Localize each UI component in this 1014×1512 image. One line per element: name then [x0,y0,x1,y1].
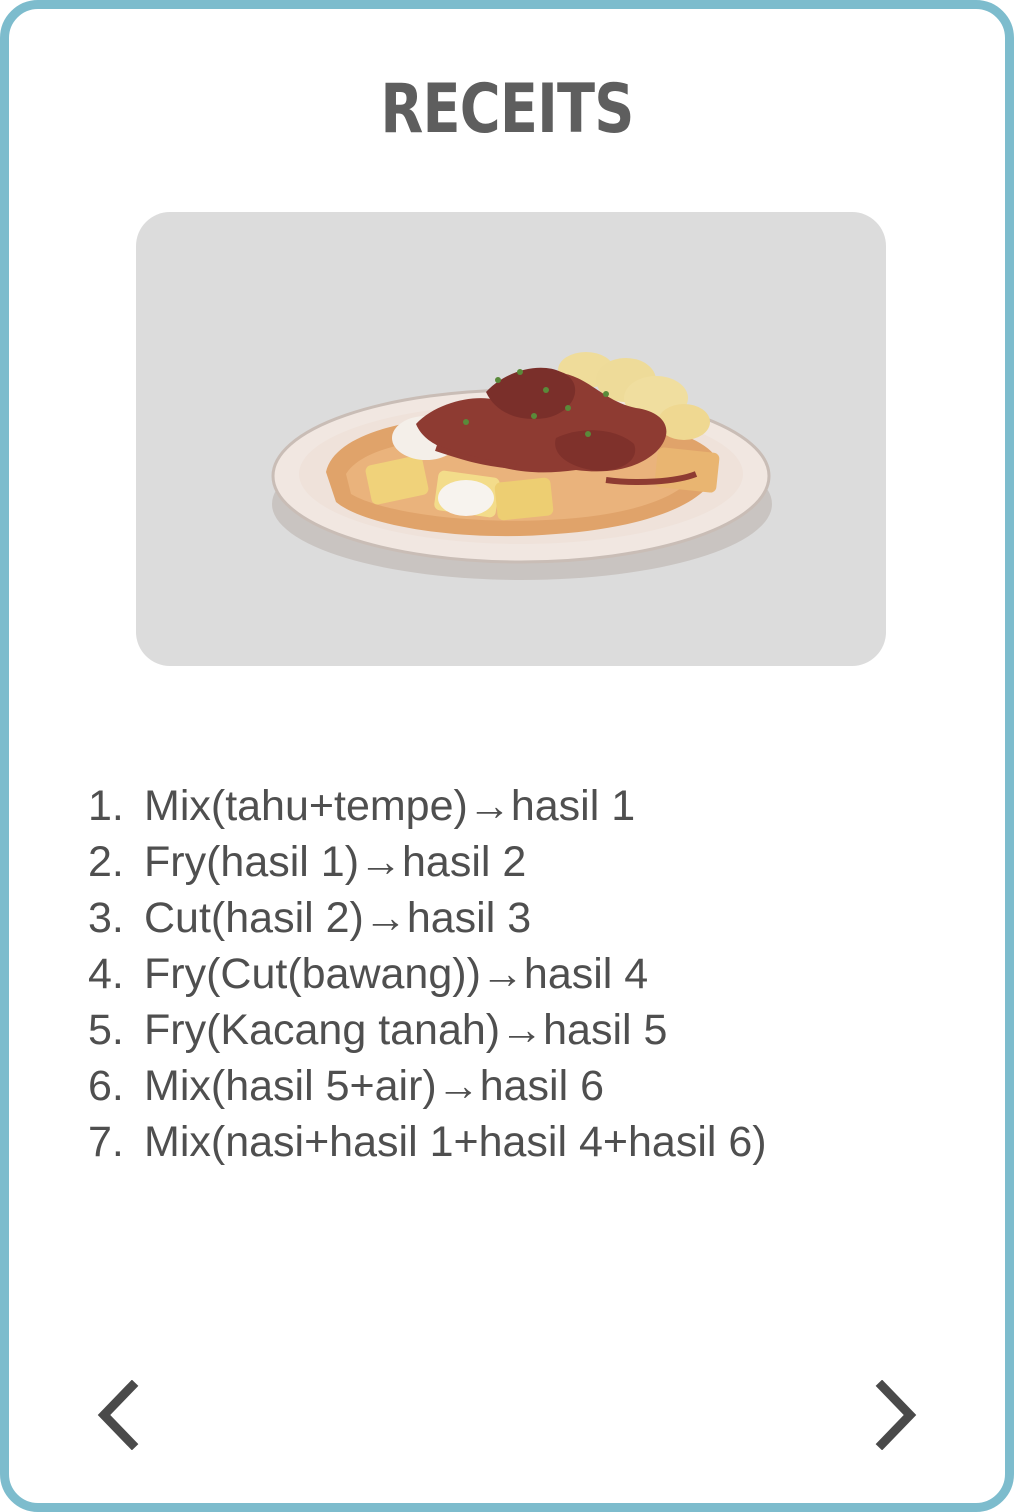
list-item: 6. Mix(hasil 5+air)→hasil 6 [88,1058,767,1114]
list-item: 1. Mix(tahu+tempe)→hasil 1 [88,778,767,834]
step-text: Mix(nasi+hasil 1+hasil 4+hasil 6) [144,1118,767,1166]
step-number: 3. [88,894,124,942]
step-number: 6. [88,1062,124,1110]
step-text: Fry(Kacang tanah)→hasil 5 [144,1006,668,1054]
step-text: Fry(hasil 1)→hasil 2 [144,838,527,886]
list-item: 7. Mix(nasi+hasil 1+hasil 4+hasil 6) [88,1114,767,1170]
list-item: 2. Fry(hasil 1)→hasil 2 [88,834,767,890]
chevron-left-icon [97,1379,139,1451]
step-number: 1. [88,782,124,830]
list-item: 4. Fry(Cut(bawang))→hasil 4 [88,946,767,1002]
recipe-steps-list: 1. Mix(tahu+tempe)→hasil 1 2. Fry(hasil 1)… [88,778,767,1170]
list-item: 3. Cut(hasil 2)→hasil 3 [88,890,767,946]
step-text: Cut(hasil 2)→hasil 3 [144,894,532,942]
step-number: 2. [88,838,124,886]
chevron-right-icon [875,1379,917,1451]
dish-image-panel [136,212,886,666]
previous-button[interactable] [92,1379,142,1451]
step-text: Mix(hasil 5+air)→hasil 6 [144,1062,605,1110]
next-button[interactable] [872,1379,922,1451]
step-text: Fry(Cut(bawang))→hasil 4 [144,950,649,998]
step-number: 5. [88,1006,124,1054]
step-number: 7. [88,1118,124,1166]
step-text: Mix(tahu+tempe)→hasil 1 [144,782,636,830]
list-item: 5. Fry(Kacang tanah)→hasil 5 [88,1002,767,1058]
page-title: RECEITS [380,70,634,149]
food-plate-icon [271,352,772,580]
step-number: 4. [88,950,124,998]
